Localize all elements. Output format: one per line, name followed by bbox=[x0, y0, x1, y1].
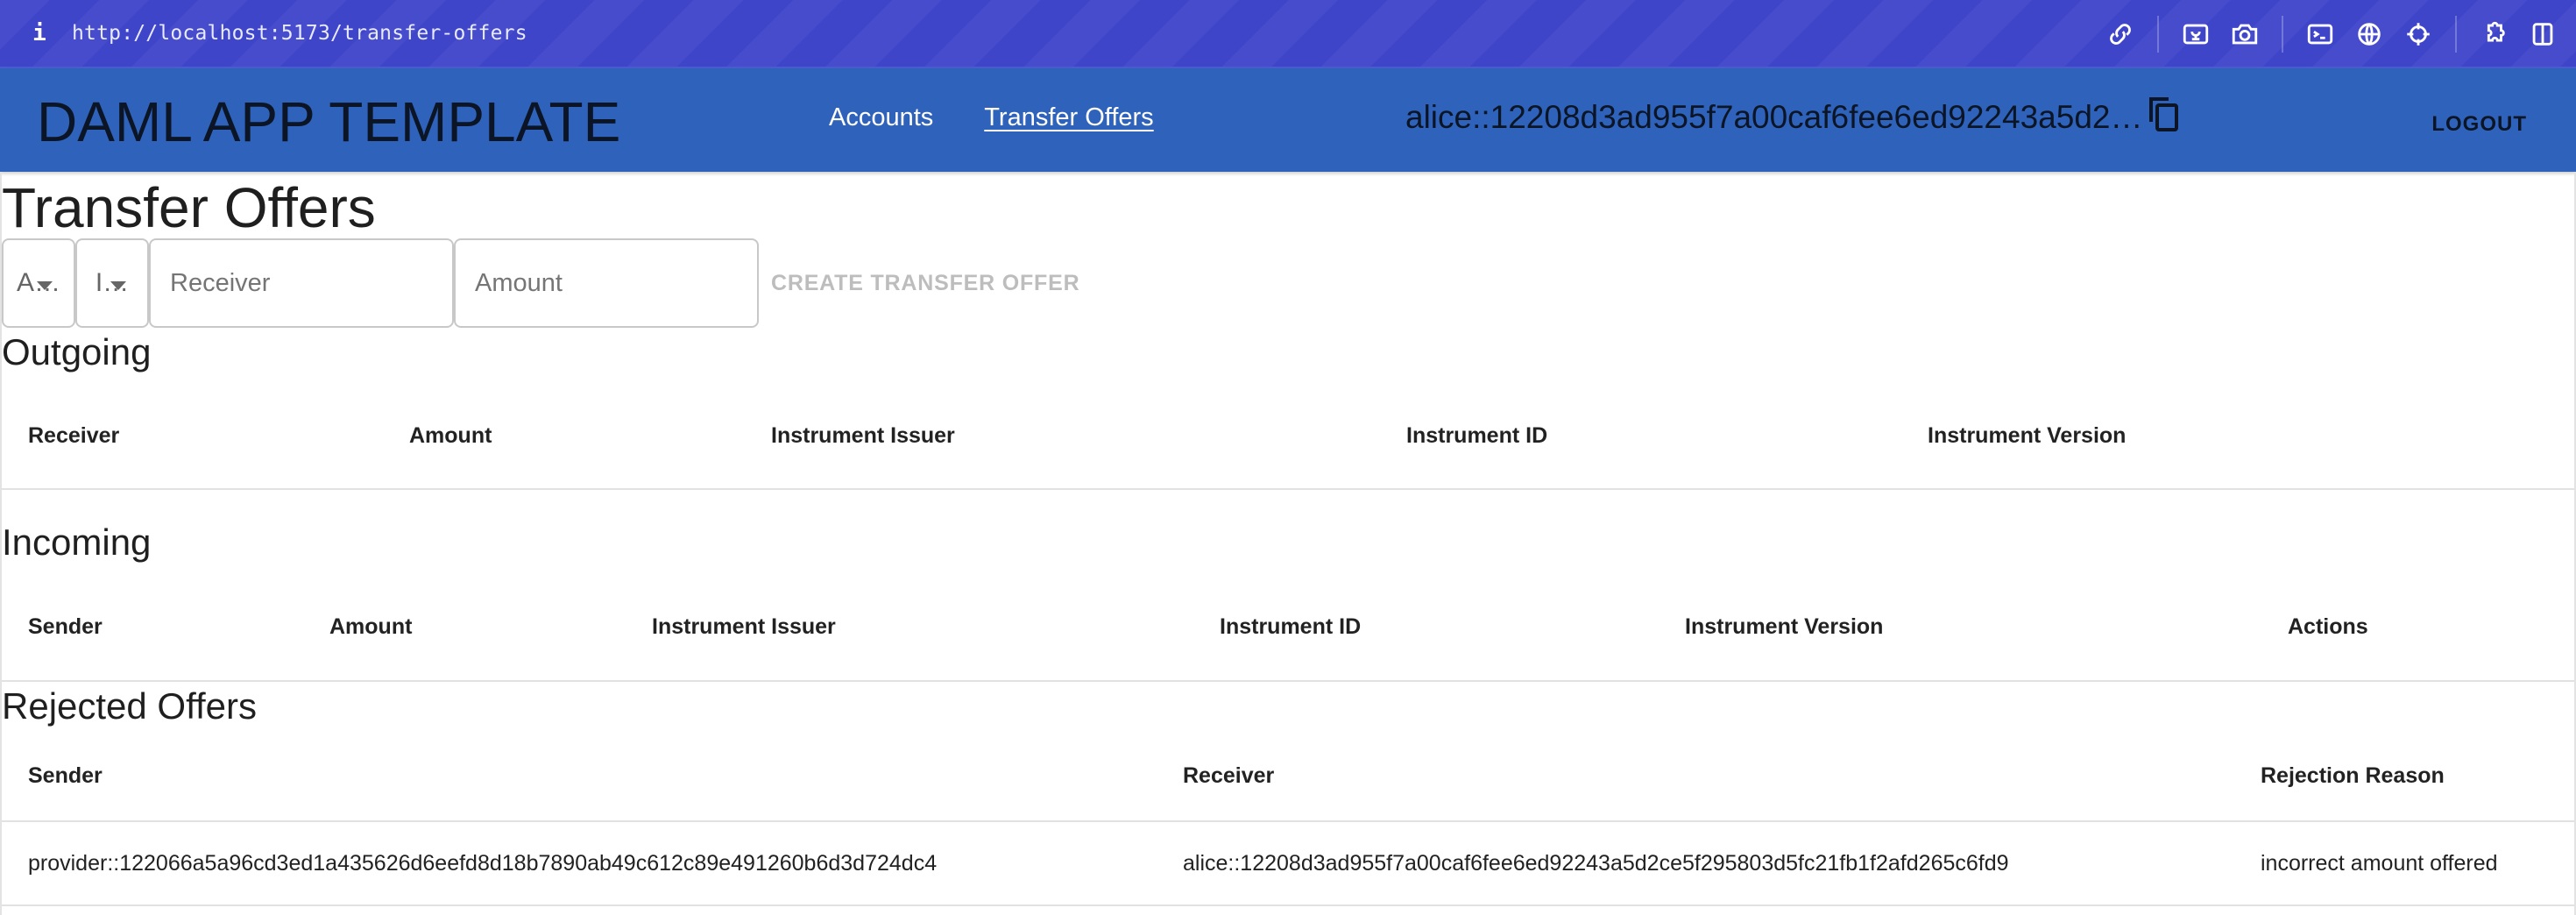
page-title: Transfer Offers bbox=[2, 176, 376, 239]
party-id: alice::12208d3ad955f7a00caf6fee6ed92243a… bbox=[1405, 99, 2143, 135]
receiver-input[interactable] bbox=[170, 268, 452, 298]
puzzle-icon[interactable] bbox=[2469, 0, 2518, 68]
toolbar-divider bbox=[2282, 16, 2283, 53]
rejected-receiver: alice::12208d3ad955f7a00caf6fee6ed92243a… bbox=[1157, 821, 2234, 906]
copy-icon[interactable] bbox=[2148, 96, 2181, 132]
main-nav: Accounts Transfer Offers bbox=[829, 103, 1154, 132]
column-header: Receiver bbox=[2, 384, 383, 490]
chevron-down-icon bbox=[37, 281, 53, 290]
nav-transfer-offers[interactable]: Transfer Offers bbox=[984, 103, 1153, 132]
column-header: Instrument ID bbox=[1380, 384, 1901, 490]
browser-tools bbox=[2096, 0, 2576, 68]
rejected-sender: provider::122066a5a96cd3ed1a435626d6eefd… bbox=[2, 821, 1157, 906]
rejected-header-row: Sender Receiver Rejection Reason bbox=[2, 731, 2574, 822]
column-header: Rejection Reason bbox=[2234, 731, 2574, 822]
receiver-field-wrapper bbox=[149, 238, 454, 328]
image-icon[interactable] bbox=[2171, 0, 2220, 68]
browser-toolbar: i http://localhost:5173/transfer-offers bbox=[0, 0, 2576, 68]
split-view-icon[interactable] bbox=[2518, 0, 2567, 68]
column-header: Instrument ID bbox=[1193, 574, 1659, 682]
amount-field-wrapper bbox=[454, 238, 759, 328]
column-header: Receiver bbox=[1157, 731, 2234, 822]
info-icon[interactable]: i bbox=[26, 20, 53, 46]
column-header: Sender bbox=[2, 574, 303, 682]
outgoing-header-row: Receiver Amount Instrument Issuer Instru… bbox=[2, 384, 2574, 490]
column-header: Amount bbox=[303, 574, 626, 682]
table-row: provider::122066a5a96cd3ed1a435626d6eefd… bbox=[2, 821, 2574, 906]
party-display: alice::12208d3ad955f7a00caf6fee6ed92243a… bbox=[1405, 96, 2181, 136]
terminal-icon[interactable] bbox=[2296, 0, 2345, 68]
rejected-title: Rejected Offers bbox=[2, 685, 258, 727]
toolbar-divider bbox=[2455, 16, 2457, 53]
crosshair-icon[interactable] bbox=[2394, 0, 2443, 68]
chevron-down-icon bbox=[110, 281, 126, 290]
create-transfer-offer-button[interactable]: CREATE TRANSFER OFFER bbox=[771, 262, 1079, 305]
outgoing-title: Outgoing bbox=[2, 331, 152, 372]
column-header: Actions bbox=[2261, 574, 2574, 682]
nav-accounts[interactable]: Accounts bbox=[829, 103, 933, 132]
instrument-select[interactable]: I… bbox=[75, 238, 149, 328]
link-icon[interactable] bbox=[2096, 0, 2145, 68]
toolbar-divider bbox=[2157, 16, 2159, 53]
incoming-table: Sender Amount Instrument Issuer Instrume… bbox=[2, 574, 2574, 682]
amount-input[interactable] bbox=[475, 268, 757, 298]
rejection-reason: incorrect amount offered bbox=[2234, 821, 2574, 906]
outgoing-table: Receiver Amount Instrument Issuer Instru… bbox=[2, 384, 2574, 490]
incoming-title: Incoming bbox=[2, 521, 152, 563]
globe-icon[interactable] bbox=[2345, 0, 2394, 68]
address-bar-url[interactable]: http://localhost:5173/transfer-offers bbox=[72, 22, 527, 45]
incoming-header-row: Sender Amount Instrument Issuer Instrume… bbox=[2, 574, 2574, 682]
column-header: Sender bbox=[2, 731, 1157, 822]
rejected-table: Sender Receiver Rejection Reason provide… bbox=[2, 731, 2574, 906]
transfer-offers-page: Transfer Offers A… I… CREATE TRANSFER OF… bbox=[0, 172, 2576, 915]
column-header: Instrument Version bbox=[1901, 384, 2574, 490]
column-header: Instrument Issuer bbox=[626, 574, 1193, 682]
account-select[interactable]: A… bbox=[2, 238, 75, 328]
create-transfer-form: A… I… CREATE TRANSFER OFFER bbox=[2, 238, 1079, 328]
column-header: Amount bbox=[383, 384, 745, 490]
column-header: Instrument Issuer bbox=[745, 384, 1380, 490]
app-brand: DAML APP TEMPLATE bbox=[37, 90, 621, 153]
app-header: DAML APP TEMPLATE Accounts Transfer Offe… bbox=[0, 68, 2576, 172]
logout-button[interactable]: LOGOUT bbox=[2431, 112, 2527, 137]
camera-icon[interactable] bbox=[2220, 0, 2269, 68]
column-header: Instrument Version bbox=[1659, 574, 2261, 682]
